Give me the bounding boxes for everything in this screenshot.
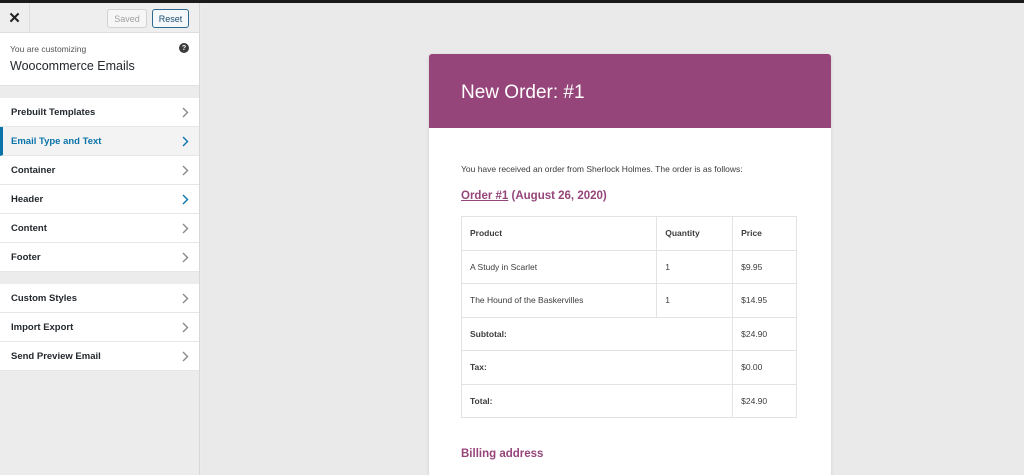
- product-quantity: 1: [656, 249, 734, 284]
- email-body[interactable]: You have received an order from Sherlock…: [429, 128, 831, 460]
- subtotal-value: $24.90: [732, 316, 797, 351]
- column-header-product: Product: [460, 216, 658, 251]
- product-name: The Hound of the Baskervilles: [460, 283, 658, 318]
- sidebar-item-label: Header: [11, 193, 44, 205]
- tax-row: Tax: $0.00: [460, 350, 797, 385]
- sidebar-item-label: Import Export: [11, 321, 74, 333]
- saved-button: Saved: [107, 9, 147, 28]
- chevron-right-icon: [182, 98, 189, 127]
- chevron-right-icon: [182, 313, 189, 342]
- product-price: $9.95: [732, 249, 797, 284]
- table-header-row: Product Quantity Price: [460, 216, 797, 251]
- chevron-right-icon: [182, 214, 189, 243]
- email-preview: New Order: #1 You have received an order…: [429, 54, 831, 475]
- sidebar-item-label: Custom Styles: [11, 292, 77, 304]
- chevron-right-icon: [182, 342, 189, 371]
- chevron-right-icon: [182, 284, 189, 313]
- reset-button[interactable]: Reset: [152, 9, 189, 28]
- customizing-info: You are customizing Woocommerce Emails ?: [0, 33, 199, 86]
- column-header-quantity: Quantity: [656, 216, 734, 251]
- order-table: Product Quantity Price A Study in Scarle…: [460, 216, 797, 418]
- product-price: $14.95: [732, 283, 797, 318]
- close-icon[interactable]: ✕: [0, 3, 30, 33]
- chevron-right-icon: [182, 127, 189, 156]
- sidebar-item-content[interactable]: Content: [0, 214, 199, 243]
- chevron-right-icon: [182, 156, 189, 185]
- email-heading: New Order: #1: [461, 82, 585, 103]
- sidebar-header: ✕ Saved Reset: [0, 3, 199, 33]
- billing-address-heading: Billing address: [461, 448, 544, 460]
- sidebar-item-label: Footer: [11, 251, 41, 263]
- sidebar-item-prebuilt-templates[interactable]: Prebuilt Templates: [0, 98, 199, 127]
- sidebar-item-custom-styles[interactable]: Custom Styles: [0, 284, 199, 313]
- sidebar-item-label: Content: [11, 222, 47, 234]
- sidebar-item-label: Send Preview Email: [11, 350, 101, 362]
- subtotal-row: Subtotal: $24.90: [460, 316, 797, 351]
- email-header[interactable]: New Order: #1: [429, 54, 831, 128]
- section-list-tools: Custom Styles Import Export Send Preview…: [0, 284, 199, 371]
- email-preview-area: New Order: #1 You have received an order…: [201, 3, 1024, 475]
- section-list-main: Prebuilt Templates Email Type and Text C…: [0, 98, 199, 272]
- chevron-right-icon: [182, 243, 189, 272]
- sidebar-item-email-type-and-text[interactable]: Email Type and Text: [0, 127, 199, 156]
- chevron-right-icon: [182, 185, 189, 214]
- help-icon[interactable]: ?: [179, 43, 189, 53]
- customizing-title: Woocommerce Emails: [10, 59, 135, 73]
- order-date: (August 26, 2020): [508, 190, 607, 202]
- total-value: $24.90: [732, 383, 797, 418]
- tax-value: $0.00: [732, 350, 797, 385]
- table-row: The Hound of the Baskervilles 1 $14.95: [460, 283, 797, 318]
- sidebar-item-container[interactable]: Container: [0, 156, 199, 185]
- total-row: Total: $24.90: [460, 383, 797, 418]
- subtotal-label: Subtotal:: [460, 316, 734, 351]
- sidebar-item-label: Email Type and Text: [11, 135, 102, 147]
- order-link[interactable]: Order #1: [461, 190, 508, 202]
- product-name: A Study in Scarlet: [460, 249, 658, 284]
- sidebar-item-label: Prebuilt Templates: [11, 106, 96, 118]
- sidebar-item-label: Container: [11, 164, 56, 176]
- sidebar-item-send-preview-email[interactable]: Send Preview Email: [0, 342, 199, 371]
- table-row: A Study in Scarlet 1 $9.95: [460, 249, 797, 284]
- tax-label: Tax:: [460, 350, 734, 385]
- product-quantity: 1: [656, 283, 734, 318]
- sidebar-item-footer[interactable]: Footer: [0, 243, 199, 272]
- customizer-sidebar: ✕ Saved Reset You are customizing Woocom…: [0, 3, 200, 475]
- total-label: Total:: [460, 383, 734, 418]
- email-intro-text: You have received an order from Sherlock…: [461, 164, 743, 174]
- column-header-price: Price: [732, 216, 797, 251]
- sidebar-item-header[interactable]: Header: [0, 185, 199, 214]
- sidebar-item-import-export[interactable]: Import Export: [0, 313, 199, 342]
- order-title: Order #1 (August 26, 2020): [461, 190, 799, 202]
- customizing-label: You are customizing: [10, 44, 87, 54]
